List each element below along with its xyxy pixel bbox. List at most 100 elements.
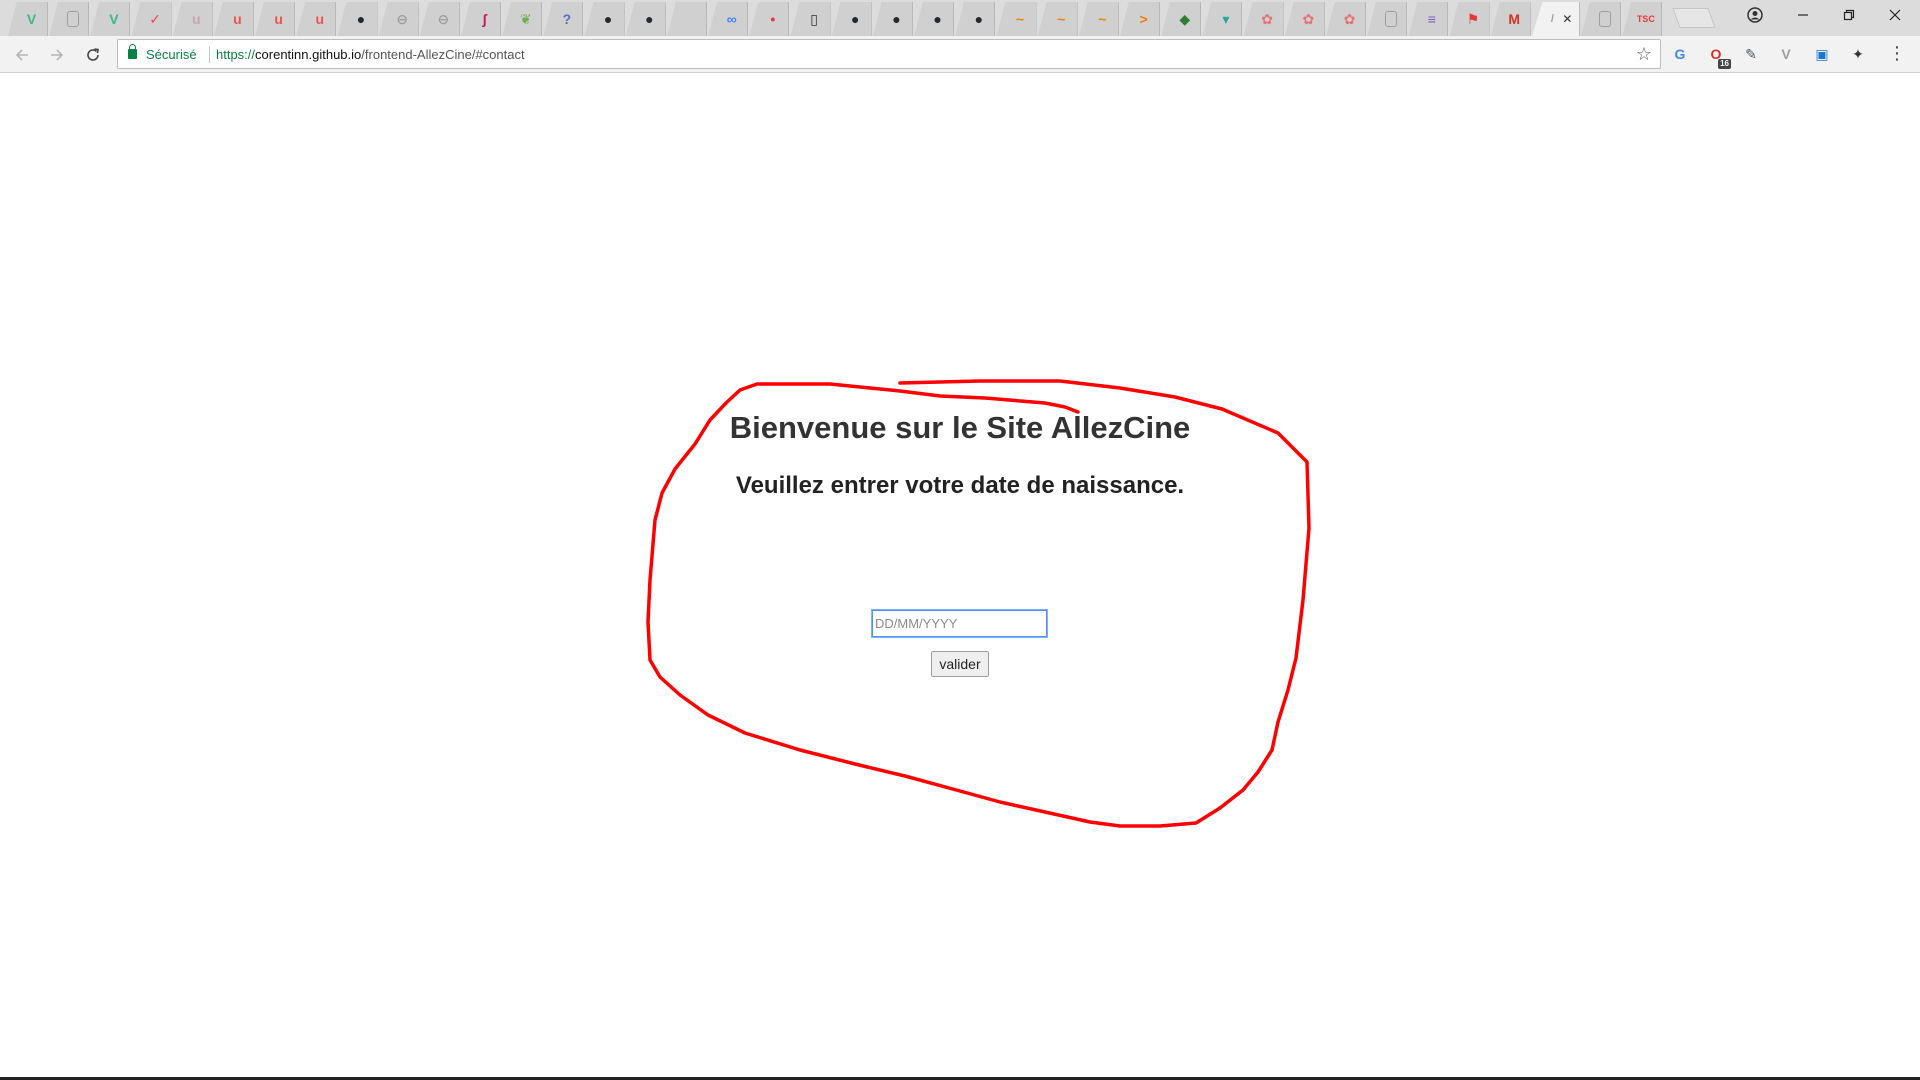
browser-tab[interactable]: u bbox=[255, 2, 296, 36]
wave-icon: ~ bbox=[1057, 11, 1066, 27]
browser-tab[interactable]: ● bbox=[955, 2, 996, 36]
terminal-icon: > bbox=[1139, 11, 1148, 27]
globe-icon: ⊖ bbox=[396, 11, 409, 27]
browser-tab[interactable]: • bbox=[749, 2, 790, 36]
forward-arrow-icon bbox=[51, 49, 64, 61]
page-subtitle: Veuillez entrer votre date de naissance. bbox=[735, 472, 1185, 499]
brain-icon: ✿ bbox=[1261, 11, 1273, 27]
evernote-icon[interactable]: ✦ bbox=[1848, 44, 1868, 64]
bird-icon: ▾ bbox=[1222, 11, 1230, 27]
browser-tab[interactable]: TSC bbox=[1622, 2, 1663, 36]
list-icon: ≡ bbox=[1427, 11, 1436, 27]
browser-tab[interactable]: ❦ bbox=[502, 2, 543, 36]
browser-tab[interactable]: ⊖ bbox=[419, 2, 460, 36]
url-scheme: https:// bbox=[216, 47, 256, 62]
lock-icon bbox=[128, 44, 137, 59]
github-icon: ● bbox=[933, 11, 942, 27]
browser-tab[interactable]: ◆ bbox=[1161, 2, 1202, 36]
page-title: Bienvenue sur le Site AllezCine bbox=[729, 410, 1191, 445]
tab-list: V V ✓ u u u u ● ⊖ ⊖ ʃ ❦? ● ● ∞ • ▯ ● ● ● ● ~ ~ ~ > ◆ ▾ ✿ ✿ ✿ ≡ ⚑ M / ✕ TSC bbox=[8, 2, 1664, 36]
browser-tab[interactable]: ● bbox=[584, 2, 625, 36]
profile-icon[interactable] bbox=[1732, 0, 1778, 30]
question-icon: ? bbox=[562, 11, 572, 27]
browser-tab[interactable]: > bbox=[1120, 2, 1161, 36]
browser-tab[interactable]: u bbox=[213, 2, 254, 36]
udemy-icon: u bbox=[233, 11, 242, 27]
vue-icon: V bbox=[26, 11, 37, 27]
tab-close-icon[interactable]: ✕ bbox=[1562, 12, 1572, 26]
browser-tab[interactable]: ● bbox=[914, 2, 955, 36]
translate-icon[interactable]: G bbox=[1670, 44, 1690, 64]
browser-tab[interactable]: ~ bbox=[996, 2, 1037, 36]
globe-icon: ⊖ bbox=[437, 11, 450, 27]
browser-tab[interactable]: ⊖ bbox=[378, 2, 419, 36]
browser-tab[interactable]: u bbox=[296, 2, 337, 36]
url-host: corentinn.github.io bbox=[255, 47, 362, 62]
reload-button[interactable] bbox=[80, 42, 106, 68]
address-bar[interactable]: Sécurisé https://corentinn.github.io/fro… bbox=[117, 39, 1661, 69]
close-window-button[interactable] bbox=[1872, 0, 1918, 30]
bookmark-star-icon[interactable]: ☆ bbox=[1636, 44, 1652, 65]
browser-tab[interactable] bbox=[667, 2, 707, 36]
restore-window-button[interactable] bbox=[1826, 0, 1872, 30]
document-icon bbox=[1384, 11, 1397, 27]
submit-button[interactable]: valider bbox=[931, 651, 989, 677]
browser-tab[interactable]: ~ bbox=[1037, 2, 1078, 36]
note-icon: • bbox=[770, 11, 776, 27]
github-icon: ● bbox=[892, 11, 901, 27]
browser-tab[interactable]: ✓ bbox=[131, 2, 172, 36]
browser-tab[interactable]: ⚑ bbox=[1449, 2, 1490, 36]
browser-tab[interactable]: ✿ bbox=[1326, 2, 1366, 36]
forward-button[interactable] bbox=[44, 42, 70, 68]
browser-tab[interactable]: ∞ bbox=[708, 2, 749, 36]
browser-tab[interactable]: ▾ bbox=[1202, 2, 1243, 36]
gmail-icon: M bbox=[1508, 11, 1521, 27]
adblock-icon[interactable]: O 16 bbox=[1706, 44, 1731, 69]
browser-tab[interactable]: ● bbox=[625, 2, 666, 36]
document-icon bbox=[1598, 11, 1611, 27]
document-icon bbox=[66, 11, 79, 27]
link-icon: ∞ bbox=[726, 11, 737, 27]
browser-tab[interactable]: ✿ bbox=[1243, 2, 1284, 36]
url-text[interactable]: https://corentinn.github.io/frontend-All… bbox=[216, 47, 525, 62]
udemy-icon: u bbox=[191, 11, 201, 27]
tsc-icon: TSC bbox=[1636, 13, 1655, 24]
birthdate-input[interactable] bbox=[871, 609, 1048, 638]
browser-tab[interactable]: M bbox=[1490, 2, 1531, 36]
wave-icon: ~ bbox=[1098, 11, 1107, 27]
browser-tab[interactable]: ● bbox=[831, 2, 872, 36]
back-button[interactable] bbox=[9, 42, 35, 68]
menu-icon[interactable]: ⋮ bbox=[1888, 43, 1906, 64]
eyedropper-icon-glyph: ✎ bbox=[1745, 45, 1757, 62]
url-path: /frontend-AllezCine/#contact bbox=[361, 47, 525, 62]
browser-tab[interactable] bbox=[1581, 2, 1622, 36]
browser-tab[interactable]: ● bbox=[872, 2, 913, 36]
browser-tab[interactable] bbox=[1367, 2, 1408, 36]
browser-tab[interactable]: ~ bbox=[1078, 2, 1119, 36]
browser-tab[interactable]: ʃ bbox=[461, 2, 502, 36]
browser-tab[interactable]: ? bbox=[543, 2, 584, 36]
browser-tab[interactable]: ✿ bbox=[1284, 2, 1325, 36]
github-icon: ● bbox=[851, 11, 860, 27]
browser-tab[interactable]: / ✕ bbox=[1531, 2, 1580, 36]
secure-label: Sécurisé bbox=[146, 47, 197, 62]
eyedropper-icon[interactable]: ✎ bbox=[1741, 44, 1761, 64]
vue-devtools-icon[interactable]: V bbox=[1776, 44, 1796, 64]
browser-tab[interactable]: ≡ bbox=[1408, 2, 1449, 36]
browser-tab[interactable]: ▯ bbox=[790, 2, 831, 36]
udemy-icon: u bbox=[274, 11, 283, 27]
new-tab-button[interactable] bbox=[1672, 8, 1716, 28]
brain-icon: ✿ bbox=[1343, 11, 1356, 27]
github-icon: ● bbox=[603, 11, 613, 27]
github-icon: ● bbox=[356, 11, 366, 27]
minimize-window-button[interactable] bbox=[1780, 0, 1826, 30]
browser-tab[interactable]: V bbox=[90, 2, 131, 36]
browser-tab[interactable]: u bbox=[172, 2, 213, 36]
page-viewport bbox=[0, 74, 1920, 1078]
shield-icon: ◆ bbox=[1179, 11, 1191, 27]
browser-tab[interactable]: V bbox=[8, 2, 48, 36]
bookmark-ext-icon[interactable]: ▣ bbox=[1812, 44, 1832, 64]
browser-tab[interactable] bbox=[49, 2, 90, 36]
browser-tab[interactable]: ● bbox=[337, 2, 378, 36]
vue-devtools-icon-glyph: V bbox=[1781, 46, 1791, 62]
